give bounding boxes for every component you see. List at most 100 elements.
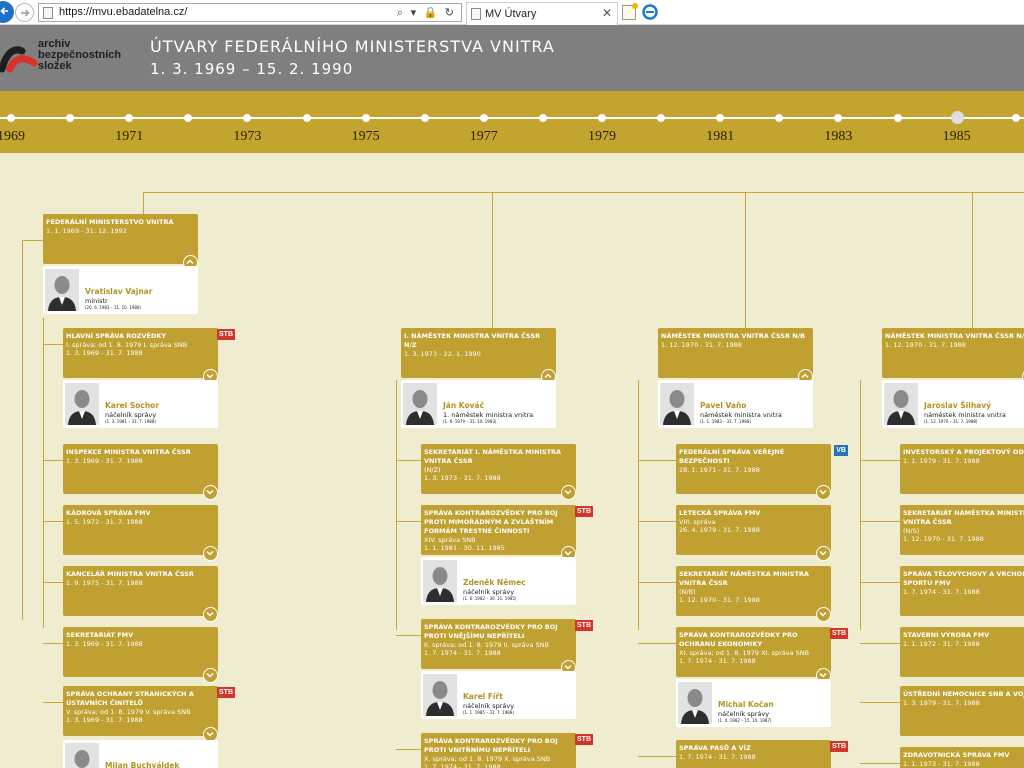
unit-dates: 1. 12. 1970 - 31. 7. 1988 [661, 341, 742, 349]
connector-line [492, 192, 493, 329]
org-unit[interactable]: SEKRETARIÁT NÁMĚSTKA MINISTRA VNITRA ČSS… [676, 566, 831, 622]
org-unit[interactable]: SPRÁVA OCHRANY STRANICKÝCH A ÚSTAVNÍCH Č… [63, 686, 235, 742]
timeline-year-label[interactable]: 1975 [336, 129, 396, 145]
person-dates: (1. 3. 1981 – 31. 7. 1988) [105, 419, 156, 424]
person-role: náčelník správy [718, 710, 770, 718]
org-unit[interactable]: NÁMĚSTEK MINISTRA VNITRA ČSSR N/S 1. 12. … [882, 328, 1024, 384]
org-unit[interactable]: SPRÁVA KONTRAROZVĚDKY PRO OCHRANU EKONOM… [676, 627, 848, 683]
timeline-dot [479, 114, 488, 122]
timeline-year-label[interactable]: 1979 [572, 129, 632, 145]
unit-name: FEDERÁLNÍ MINISTERSTVO VNITRA [46, 218, 174, 226]
person-name[interactable]: Ján Kováč [443, 401, 484, 410]
org-unit[interactable]: INVESTORSKÝ A PROJEKTOVÝ ODBOR1. 1. 1979… [900, 444, 1024, 494]
unit-name: SPRÁVA KONTRAROZVĚDKY PRO BOJ PROTI MIMO… [424, 509, 558, 535]
unit-dates: 1. 3. 1969 - 31. 7. 1988 [66, 457, 143, 465]
address-tools-icons[interactable]: ⌕ ▾ 🔒 ↻ [397, 6, 456, 20]
person-name[interactable]: Pavel Vaňo [700, 401, 746, 410]
person-card[interactable]: Vratislav Vajnar ministr (20. 6. 1983 – 11… [43, 266, 198, 314]
timeline-year-label[interactable]: 1981 [690, 129, 750, 145]
timeline-dot [657, 114, 666, 122]
back-button[interactable] [0, 1, 14, 23]
person-name[interactable]: Vratislav Vajnar [85, 287, 152, 296]
unit-dates: 1. 5. 1972 - 31. 7. 1988 [66, 518, 143, 526]
archive-logo[interactable]: archiv bezpečnostních složek [0, 39, 130, 73]
timeline-year-label[interactable]: 1977 [454, 129, 514, 145]
unit-note: I. správa; od 1. 8. 1979 I. správa SNB [66, 341, 188, 349]
expand-toggle[interactable] [203, 668, 218, 683]
person-name[interactable]: Karel Sochor [105, 401, 159, 410]
expand-toggle[interactable] [203, 607, 218, 622]
org-unit[interactable]: STAVEBNÍ VÝROBA FMV 1. 1. 1972 - 31. 7. 1… [900, 627, 1024, 677]
expand-toggle[interactable] [203, 485, 218, 500]
person-name[interactable]: Michal Kočan [718, 700, 774, 709]
person-name[interactable]: Zdeněk Němec [463, 578, 526, 587]
person-card[interactable]: Jaroslav Šilhavý náměstek ministra vnitra… [882, 380, 1024, 428]
person-card[interactable]: Zdeněk Němec náčelník správy (1. 6. 1982 –… [421, 557, 576, 605]
person-card[interactable]: Milan Buchváldek [63, 740, 218, 768]
person-card[interactable]: Karel Fířt náčelník správy (1. 1. 1985 – 3… [421, 671, 576, 719]
org-unit[interactable]: SPRÁVA PASŮ A VÍZ 1. 7. 1974 - 31. 7. 198… [676, 740, 848, 768]
expand-toggle[interactable] [816, 546, 831, 561]
tab-close-icon[interactable]: ✕ [602, 6, 612, 20]
org-unit[interactable]: SPRÁVA KONTRAROZVĚDKY PRO BOJ PROTI VNIT… [421, 733, 593, 768]
expand-toggle[interactable] [203, 546, 218, 561]
timeline-year-label[interactable]: 1985 [927, 129, 987, 145]
org-unit[interactable]: I. NÁMĚSTEK MINISTRA VNITRA ČSSR N/Z 1. 3… [401, 328, 556, 384]
connector-line [638, 643, 676, 644]
timeline[interactable]: 1969 1971 1973 1975 1977 1979 1981 1983 1985 [0, 91, 1024, 153]
connector-line [972, 192, 973, 329]
vb-badge: VB [834, 445, 848, 456]
org-unit[interactable]: FEDERÁLNÍ MINISTERSTVO VNITRA 1. 1. 1969 … [43, 214, 198, 270]
timeline-handle[interactable] [950, 111, 964, 124]
person-name[interactable]: Karel Fířt [463, 692, 503, 701]
address-bar[interactable]: https://mvu.ebadatelna.cz/ ⌕ ▾ 🔒 ↻ [38, 3, 462, 22]
connector-line [43, 521, 63, 522]
logo-mark-icon [0, 46, 38, 73]
person-photo [45, 269, 79, 311]
org-unit[interactable]: INSPEKCE MINISTRA VNITRA ČSSR 1. 3. 1969 … [63, 444, 218, 500]
person-card[interactable]: Pavel Vaňo náměstek ministra vnitra (1. 1.… [658, 380, 813, 428]
org-unit[interactable]: SPRÁVA KONTRAROZVĚDKY PRO BOJ PROTI VNĚJ… [421, 619, 593, 675]
person-name[interactable]: Milan Buchváldek [105, 761, 179, 768]
org-unit[interactable]: NÁMĚSTEK MINISTRA VNITRA ČSSR N/B 1. 12. … [658, 328, 813, 384]
expand-toggle[interactable] [816, 607, 831, 622]
org-unit[interactable]: SEKRETARIÁT FMV 1. 3. 1969 - 31. 7. 1988 [63, 627, 218, 683]
org-unit[interactable]: FEDERÁLNÍ SPRÁVA VEŘEJNÉ BEZPEČNOSTI 28. … [676, 444, 848, 500]
org-unit[interactable]: LETECKÁ SPRÁVA FMV VIII. správa 26. 4. 197… [676, 505, 831, 561]
expand-toggle[interactable] [816, 485, 831, 500]
person-card[interactable]: Karel Sochor náčelník správy (1. 3. 1981 –… [63, 380, 218, 428]
org-unit[interactable]: KANCELÁŘ MINISTRA VNITRA ČSSR 1. 9. 1975 … [63, 566, 218, 622]
person-card[interactable]: Michal Kočan náčelník správy (1. 4. 1982 –… [676, 679, 831, 727]
timeline-year-label[interactable]: 1973 [217, 129, 277, 145]
chevron-down-icon [206, 611, 214, 617]
expand-toggle[interactable] [561, 485, 576, 500]
timeline-dot [716, 114, 725, 122]
timeline-dot [125, 114, 134, 122]
org-unit[interactable]: SEKRETARIÁT I. NÁMĚSTKA MINISTRA VNITRA … [421, 444, 576, 500]
timeline-year-label[interactable]: 1983 [808, 129, 868, 145]
browser-tab[interactable]: MV Útvary ✕ [466, 2, 618, 25]
org-unit[interactable]: SEKRETARIÁT NÁMĚSTKA MINISTRA VNITRA ČSS… [900, 505, 1024, 555]
forward-arrow-icon [21, 9, 30, 17]
browser-e-icon[interactable] [642, 4, 658, 20]
unit-name: SEKRETARIÁT FMV [66, 631, 134, 639]
stb-badge: STB [830, 741, 848, 752]
org-unit[interactable]: ZDRAVOTNICKÁ SPRÁVA FMV 1. 1. 1973 - 31. … [900, 747, 1024, 768]
person-card[interactable]: Ján Kováč 1. náměstek ministra vnitra (1. … [401, 380, 556, 428]
org-unit[interactable]: SPRÁVA KONTRAROZVĚDKY PRO BOJ PROTI MIMO… [421, 505, 593, 561]
url-text[interactable]: https://mvu.ebadatelna.cz/ [59, 6, 187, 18]
new-tab-icon[interactable] [622, 3, 638, 20]
unit-note: II. správa; od 1. 8. 1979 II. správa SNB [424, 641, 550, 649]
unit-note: (N/S) [903, 527, 920, 535]
timeline-year-label[interactable]: 1969 [0, 129, 41, 145]
person-name[interactable]: Jaroslav Šilhavý [924, 401, 991, 410]
connector-line [860, 702, 900, 703]
portrait-photo-icon [45, 269, 79, 311]
org-unit[interactable]: Ústřední nemocnice SNB a vojsk 1. 3. 1979… [900, 686, 1024, 736]
unit-note: (N/Z) [424, 466, 441, 474]
org-unit[interactable]: KÁDROVÁ SPRÁVA FMV 1. 5. 1972 - 31. 7. 19… [63, 505, 218, 561]
org-unit[interactable]: HLAVNÍ SPRÁVA ROZVĚDKY I. správa; od 1. 8… [63, 328, 235, 384]
timeline-year-label[interactable]: 1971 [99, 129, 159, 145]
org-unit[interactable]: SPRÁVA TĚLOVÝCHOVY A VRCHOL. SPORTU FMV 1… [900, 566, 1024, 616]
forward-button[interactable] [15, 3, 34, 22]
